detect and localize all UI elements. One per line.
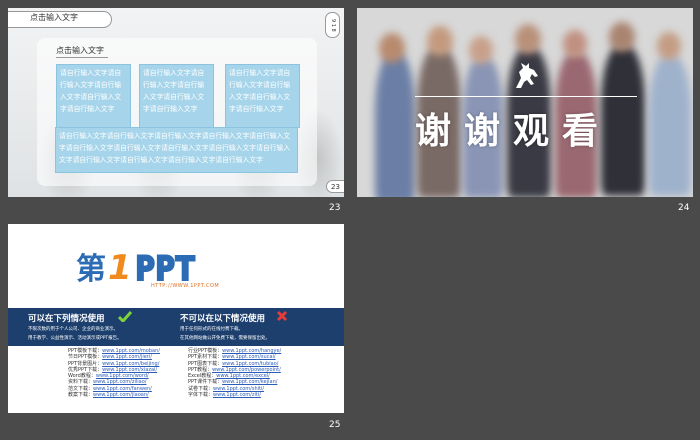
logo-area: 第 1 PPT HTTP://WWW.1PPT.COM: [8, 224, 344, 308]
horse-logo-icon: [516, 63, 538, 88]
slide-thumbnail-25[interactable]: 第 1 PPT HTTP://WWW.1PPT.COM 可以在下列情况使用 不限…: [8, 224, 344, 413]
links-right: 行业PPT模板：www.1ppt.com/hangye/PPT素材下载：www.…: [188, 348, 281, 398]
link-label: 资料下载：: [68, 379, 94, 386]
usage-banner: 可以在下列情况使用 不限次数的用于个人公司、企业的商业演示。 用于教学、公益性演…: [8, 308, 344, 346]
link-row: 字体下载：www.1ppt.com/ziti/: [188, 392, 281, 398]
can-use-title: 可以在下列情况使用: [28, 314, 105, 324]
cannot-use-line-1: 用于任何形式的在线付费下载。: [180, 327, 243, 332]
slide-number-23: 23: [329, 203, 341, 213]
link-url[interactable]: www.1ppt.com/ziliao/: [93, 379, 146, 385]
check-icon: [118, 311, 132, 322]
text-box-3: 请自行输入文字请自行输入文字请自行输入文字请自行输入文字请自行输入文字: [225, 64, 300, 128]
svg-text:1: 1: [108, 248, 132, 288]
link-label: 节日PPT模板：: [68, 354, 103, 361]
panel-title-underline: [56, 57, 108, 58]
slide-thumbnail-24[interactable]: 谢谢观看: [357, 8, 693, 197]
link-label: PPT课件下载：: [188, 379, 223, 386]
page-badge: 23: [326, 180, 344, 193]
links-left: PPT模板下载：www.1ppt.com/moban/节日PPT模板：www.1…: [68, 348, 160, 398]
slide-number-25: 25: [329, 420, 341, 430]
heading-divider: [415, 96, 637, 97]
link-url[interactable]: www.1ppt.com/shiti/: [213, 386, 264, 392]
link-url[interactable]: www.1ppt.com/fanwen/: [93, 386, 152, 392]
link-url[interactable]: www.1ppt.com/powerpoint/: [212, 367, 281, 373]
link-url[interactable]: www.1ppt.com/jieri/: [102, 354, 152, 360]
panel-title: 点击输入文字: [56, 46, 104, 55]
can-use-line-2: 用于教学、公益性演示、活动演示或PPT报告。: [28, 336, 122, 341]
link-url[interactable]: www.1ppt.com/tubiao/: [222, 361, 278, 367]
1ppt-logo-icon: 第 1 PPT HTTP://WWW.1PPT.COM: [76, 248, 219, 289]
slide-number-24: 24: [678, 203, 690, 213]
link-url[interactable]: www.1ppt.com/ziti/: [213, 392, 261, 398]
link-label: PPT图表下载：: [188, 360, 223, 367]
link-label: PPT背景图片：: [68, 360, 103, 367]
cross-icon: [276, 310, 288, 322]
slide-thumbnail-23[interactable]: 点击输入文字 9 1 8 点击输入文字 请自行输入文字请自行输入文字请自行输入文…: [8, 8, 344, 197]
text-box-1: 请自行输入文字请自行输入文字请自行输入文字请自行输入文字请自行输入文字: [56, 64, 131, 128]
thanks-heading: 谢谢观看: [415, 111, 612, 152]
link-label: PPT素材下载：: [188, 354, 223, 361]
link-label: 范文下载：: [68, 385, 94, 392]
link-label: PPT教程：: [188, 366, 213, 373]
side-tag: 9 1 8: [325, 12, 340, 38]
link-row: 教案下载：www.1ppt.com/jiaoan/: [68, 392, 160, 398]
svg-text:第: 第: [76, 252, 106, 287]
cannot-use-line-2: 在其他网站做公开免费下载，需要保留出处。: [180, 336, 270, 341]
svg-text:PPT: PPT: [136, 252, 196, 287]
link-url[interactable]: www.1ppt.com/beijing/: [102, 361, 159, 367]
slide-title: 点击输入文字: [30, 13, 78, 22]
link-label: 优秀PPT下载：: [68, 366, 103, 373]
link-url[interactable]: www.1ppt.com/sucai/: [222, 354, 276, 360]
link-label: 字体下载：: [188, 392, 214, 399]
text-box-2: 请自行输入文字请自行输入文字请自行输入文字请自行输入文字请自行输入文字: [139, 64, 214, 128]
link-label: 教案下载：: [68, 392, 94, 399]
text-box-wide: 请自行输入文字请自行输入文字请自行输入文字请自行输入文字请自行输入文字请自行输入…: [55, 127, 298, 173]
link-url[interactable]: www.1ppt.com/jiaoan/: [93, 392, 149, 398]
can-use-line-1: 不限次数的用于个人公司、企业的商业演示。: [28, 327, 118, 332]
link-url[interactable]: www.1ppt.com/kejian/: [222, 379, 277, 385]
cannot-use-title: 不可以在以下情况使用: [180, 314, 266, 324]
link-label: 试卷下载：: [188, 385, 214, 392]
link-url[interactable]: www.1ppt.com/xiazai/: [102, 367, 157, 373]
svg-text:HTTP://WWW.1PPT.COM: HTTP://WWW.1PPT.COM: [151, 283, 219, 289]
